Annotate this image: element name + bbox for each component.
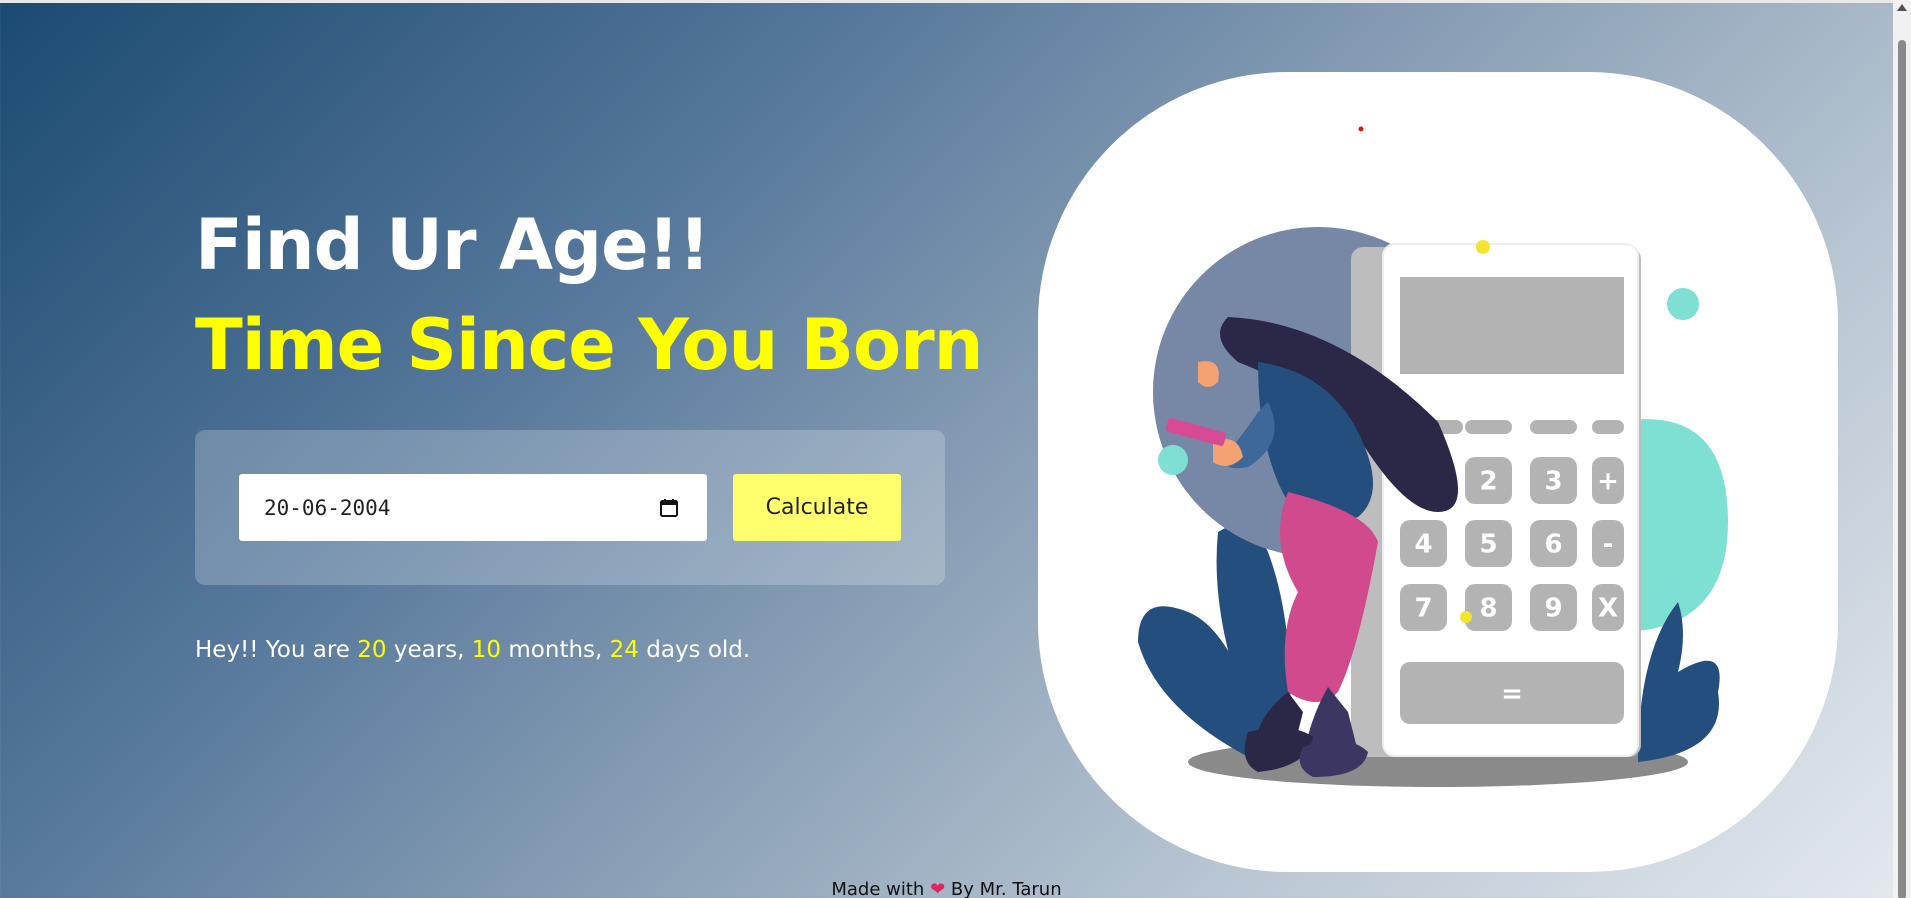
vertical-scrollbar[interactable]	[1893, 0, 1911, 898]
calculator-key-label: 4	[1414, 530, 1432, 560]
page-subtitle: Time Since You Born	[195, 304, 983, 386]
teal-dot-2	[1158, 445, 1188, 475]
calculator-key-label: 5	[1479, 530, 1497, 560]
heart-icon: ❤	[930, 879, 946, 898]
footer-made-with: Made with	[831, 879, 925, 898]
result-months: 10	[471, 637, 502, 663]
scroll-thumb[interactable]	[1898, 40, 1906, 898]
calculator-screen	[1400, 277, 1624, 374]
age-form: 20-06-2004 Calculate	[195, 430, 945, 585]
calculator-key-label: -	[1603, 530, 1614, 560]
footer-author: By Mr. Tarun	[950, 879, 1062, 898]
result-days-label: days old.	[646, 637, 751, 663]
calculator-key-label: 6	[1544, 530, 1562, 560]
result-years-label: years,	[393, 637, 465, 663]
window-top-border	[0, 0, 1893, 3]
calculator-key-label: =	[1501, 679, 1523, 709]
result-prefix: Hey!! You are	[195, 637, 350, 663]
calculator-key-label: 8	[1479, 594, 1497, 624]
hero-section: Find Ur Age!! Time Since You Born 20-06-…	[195, 200, 983, 663]
illustration-card: 2 3 +4 5 6 - 7 8 9 X =	[1038, 72, 1838, 872]
red-dot	[1358, 126, 1364, 132]
age-result: Hey!! You are 20 years, 10 months, 24 da…	[195, 637, 955, 663]
yellow-dot-mid	[1460, 611, 1472, 623]
scroll-up-arrow-icon[interactable]	[1897, 4, 1907, 11]
result-months-label: months,	[508, 637, 603, 663]
calculator-key-label: 7	[1414, 594, 1432, 624]
result-days: 24	[609, 637, 639, 663]
calendar-icon[interactable]	[659, 498, 679, 518]
calculator-key-label: 3	[1544, 467, 1562, 497]
calculate-button[interactable]: Calculate	[733, 474, 901, 541]
teal-dot-1	[1667, 288, 1699, 320]
calculator-key-label: +	[1597, 467, 1619, 497]
page-title: Find Ur Age!!	[195, 204, 710, 286]
calculator-illustration: 2 3 +4 5 6 - 7 8 9 X =	[1138, 126, 1728, 787]
footer: Made with ❤ By Mr. Tarun	[0, 879, 1893, 898]
calculator-key-label: 9	[1544, 594, 1562, 624]
birthdate-input[interactable]: 20-06-2004	[239, 474, 707, 541]
yellow-dot-top	[1476, 240, 1490, 254]
birthdate-value: 20-06-2004	[264, 495, 391, 520]
calculator-key-label: X	[1598, 594, 1618, 624]
calculator-key-label: 2	[1479, 467, 1497, 497]
result-years: 20	[357, 637, 387, 663]
